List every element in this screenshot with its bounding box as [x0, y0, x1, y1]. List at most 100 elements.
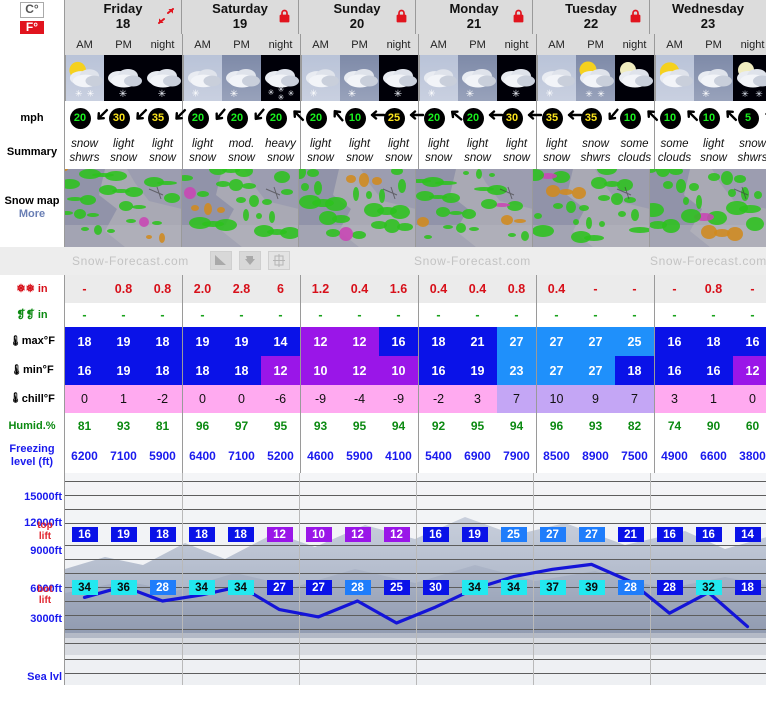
period-pm[interactable]: PM — [340, 34, 379, 55]
rain-amount-cell: - — [711, 308, 716, 322]
period-pm[interactable]: PM — [222, 34, 261, 55]
day-group-3: 20 20 30 — [418, 101, 542, 135]
day-group-5: 310 — [654, 385, 766, 413]
day-group-1: ✳ ✳ ✳ ✳ ✳ ✳ — [182, 55, 300, 101]
bot-lift-temp-badge: 28 — [149, 580, 176, 595]
period-night[interactable]: night — [261, 34, 300, 55]
period-am[interactable]: AM — [419, 34, 458, 55]
chill-temp-cell: 3 — [655, 385, 694, 413]
day-group-4: AM PM night — [536, 34, 654, 55]
period-night[interactable]: night — [615, 34, 654, 55]
day-group-0: 6200 7100 5900 — [64, 439, 182, 473]
snow-amount-cell: 1.2 — [311, 282, 330, 296]
lock-icon[interactable] — [279, 9, 290, 23]
chill-temp-row: 🌡 chill°F 0 1 -2 0 0 -6 -9 -4 -9 -2 3 7 10 9 7 3 1 0 — [0, 385, 766, 413]
day-group-3: 5400 6900 7900 — [418, 439, 536, 473]
day-group-4: 0.4 - - — [536, 275, 654, 303]
top-lift-temp-badge: 12 — [266, 527, 293, 542]
summary-cell: some clouds — [615, 135, 654, 169]
lock-icon[interactable] — [630, 9, 641, 23]
day-group-3: --- — [418, 303, 536, 327]
freezing-level-cell: 7100 — [228, 449, 255, 463]
day-header-wednesday[interactable]: Wednesday 23 — [649, 0, 766, 34]
snow-amount-cell: 2.0 — [193, 282, 212, 296]
period-night[interactable]: night — [379, 34, 418, 55]
snow-map-thumbnail-5[interactable] — [649, 169, 766, 247]
snow-map-thumbnail-4[interactable] — [532, 169, 649, 247]
snow-map-thumbnail-2[interactable] — [298, 169, 415, 247]
snow-map-more-link[interactable]: More — [19, 208, 45, 221]
period-am[interactable]: AM — [183, 34, 222, 55]
period-pm[interactable]: PM — [694, 34, 733, 55]
summary-label: Summary — [0, 135, 64, 169]
chill-temp-cell: 9 — [576, 385, 615, 413]
day-header-monday[interactable]: Monday 21 — [415, 0, 532, 34]
day-header-sunday[interactable]: Sunday 20 — [298, 0, 415, 34]
bot-lift-temp-badge: 28 — [656, 580, 683, 595]
max-temp-label: 🌡 max°F — [0, 327, 64, 356]
day-group-0: --- — [64, 303, 182, 327]
period-pm[interactable]: PM — [576, 34, 615, 55]
max-temp-cell: 19 — [104, 327, 143, 356]
svg-text:✳: ✳ — [87, 89, 95, 99]
map-download-button[interactable] — [239, 251, 261, 270]
map-expand-button[interactable] — [268, 251, 290, 270]
period-am[interactable]: AM — [301, 34, 340, 55]
day-group-2: AM PM night — [300, 34, 418, 55]
fahrenheit-toggle[interactable]: F° — [20, 19, 44, 35]
period-night[interactable]: night — [497, 34, 536, 55]
celsius-toggle[interactable]: C° — [20, 1, 44, 18]
humidity-cell: 97 — [234, 419, 249, 433]
chill-temp-cell: 7 — [615, 385, 654, 413]
snow-amount-cell: 1.6 — [389, 282, 408, 296]
wind-indicator: 10 — [344, 107, 385, 129]
fahrenheit-label: F° — [25, 19, 39, 34]
day-group-2: 12 12 16 — [300, 327, 418, 356]
day-group-0: ✳ ✳ ✳ ✳ — [64, 55, 182, 101]
humidity-cell: 81 — [77, 419, 92, 433]
day-header-saturday[interactable]: Saturday 19 — [181, 0, 298, 34]
day-name: Tuesday — [565, 1, 617, 17]
snow-map-thumbnail-1[interactable] — [181, 169, 298, 247]
period-night[interactable]: night — [143, 34, 182, 55]
watermark-text-3: Snow-Forecast.com — [650, 254, 766, 268]
day-group-1: AM PM night — [182, 34, 300, 55]
chill-temp-cell: 3 — [458, 385, 497, 413]
wind-cell: 35 — [576, 101, 619, 135]
lock-icon[interactable] — [513, 9, 524, 23]
expand-icon[interactable] — [157, 8, 175, 24]
weather-icon-cloud-snow-night: ✳ — [497, 55, 536, 101]
min-temp-cell: 10 — [379, 356, 418, 385]
summary-line: snow — [700, 152, 727, 164]
snow-map-thumbnail-0[interactable] — [64, 169, 181, 247]
map-resize-button[interactable] — [210, 251, 232, 270]
period-pm[interactable]: PM — [104, 34, 143, 55]
period-am[interactable]: AM — [655, 34, 694, 55]
period-am[interactable]: AM — [65, 34, 104, 55]
day-group-0: 16 19 18 — [64, 356, 182, 385]
period-pm[interactable]: PM — [458, 34, 497, 55]
period-night[interactable]: night — [733, 34, 766, 55]
rain-amount-cell: - — [672, 308, 677, 322]
snow-forecast-table: C° F° Friday 18 Saturday 19 Sunday 20 Monday 21… — [0, 0, 766, 705]
elevation-label-0: 15000ft — [24, 491, 62, 503]
wind-indicator: 10 — [698, 107, 737, 129]
day-group-0: 0 1 -2 — [64, 385, 182, 413]
day-header-tuesday[interactable]: Tuesday 22 — [532, 0, 649, 34]
summary-line: light — [191, 138, 214, 151]
summary-line: snow — [543, 152, 570, 164]
summary-line: snow — [503, 152, 530, 164]
min-temp-cell: 18 — [222, 356, 261, 385]
period-am[interactable]: AM — [537, 34, 576, 55]
unit-toggle-group: C° F° — [0, 0, 64, 35]
day-header-friday[interactable]: Friday 18 — [64, 0, 181, 34]
snow-map-thumbnail-3[interactable] — [415, 169, 532, 247]
svg-text:✳: ✳ — [466, 89, 474, 100]
weather-icon-moon-cloud-snow-night: ✳ ✳ — [733, 55, 766, 101]
wind-label: mph — [0, 101, 64, 135]
min-temp-cell: 27 — [576, 356, 615, 385]
day-group-1: --- — [182, 303, 300, 327]
lock-icon[interactable] — [396, 9, 407, 23]
day-group-5: - 0.8 - — [654, 275, 766, 303]
summary-line: light — [466, 138, 489, 151]
